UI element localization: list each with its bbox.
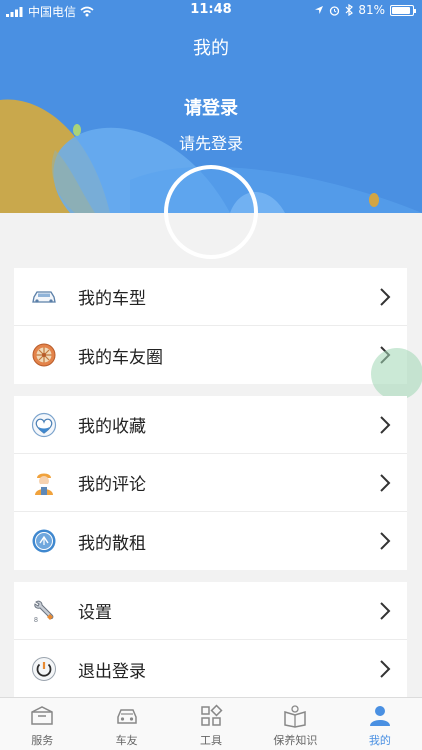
chevron-right-icon	[380, 416, 391, 434]
alarm-icon	[330, 5, 340, 16]
chevron-right-icon	[380, 288, 391, 306]
tab-label: 车友	[115, 734, 138, 747]
bluetooth-icon	[345, 4, 354, 16]
menu-label: 退出登录	[78, 661, 146, 682]
menu-group-activity: 我的收藏 我的评论 我的散租	[14, 396, 407, 570]
tab-label: 服务	[31, 734, 54, 747]
menu-label: 我的车型	[78, 289, 146, 309]
tab-label: 保养知识	[273, 734, 318, 747]
touch-ripple	[371, 348, 422, 400]
tab-maintenance-knowledge[interactable]: 保养知识	[253, 698, 337, 750]
power-icon	[30, 655, 58, 683]
menu-item-my-rentals[interactable]: 我的散租	[14, 512, 407, 570]
battery-icon	[390, 4, 416, 16]
menu-label: 我的散租	[78, 533, 146, 554]
tab-mine[interactable]: 我的	[338, 698, 422, 750]
tab-tools[interactable]: 工具	[169, 698, 253, 750]
rental-icon	[30, 527, 58, 555]
menu-item-logout[interactable]: 退出登录	[14, 640, 407, 698]
status-bar: 中国电信 11:48 81%	[0, 0, 422, 22]
book-icon	[284, 705, 307, 728]
menu-group-account: 8 设置 退出登录	[14, 582, 407, 698]
car-icon	[30, 283, 58, 311]
person-icon	[369, 706, 390, 726]
wrench-icon: 8	[30, 597, 58, 625]
car-front-icon	[116, 709, 137, 724]
tab-service[interactable]: 服务	[0, 698, 84, 750]
menu-label: 我的评论	[78, 475, 146, 495]
menu-item-my-car-circle[interactable]: 我的车友圈	[14, 326, 407, 384]
heart-icon	[30, 411, 58, 439]
page-title: 我的	[193, 38, 229, 59]
chevron-right-icon	[380, 532, 391, 550]
chevron-right-icon	[380, 474, 391, 492]
avatar[interactable]	[164, 165, 258, 259]
menu-item-my-comments[interactable]: 我的评论	[14, 454, 407, 512]
box-icon	[31, 706, 53, 725]
menu-label: 我的收藏	[78, 417, 146, 437]
menu-label: 我的车友圈	[78, 347, 163, 368]
chevron-right-icon	[380, 602, 391, 620]
menu-item-my-car-model[interactable]: 我的车型	[14, 268, 407, 326]
login-title[interactable]: 请登录	[0, 94, 422, 120]
location-icon	[315, 6, 324, 14]
tab-car-friends[interactable]: 车友	[84, 698, 168, 750]
menu-label: 设置	[78, 603, 112, 623]
tab-bar: 服务 车友 工具 保养知识 我的	[0, 697, 422, 750]
battery-percent: 81%	[358, 3, 385, 17]
menu-item-my-favorites[interactable]: 我的收藏	[14, 396, 407, 454]
menu-group-vehicle: 我的车型 我的车友圈	[14, 268, 407, 384]
tab-label: 我的	[368, 734, 391, 747]
tab-label: 工具	[200, 734, 223, 747]
chevron-right-icon	[380, 660, 391, 678]
login-subtitle[interactable]: 请先登录	[0, 130, 422, 154]
svg-text:8: 8	[34, 617, 38, 624]
wheel-icon	[30, 341, 58, 369]
grid-icon	[201, 704, 223, 726]
worker-icon	[30, 469, 58, 497]
menu-item-settings[interactable]: 8 设置	[14, 582, 407, 640]
